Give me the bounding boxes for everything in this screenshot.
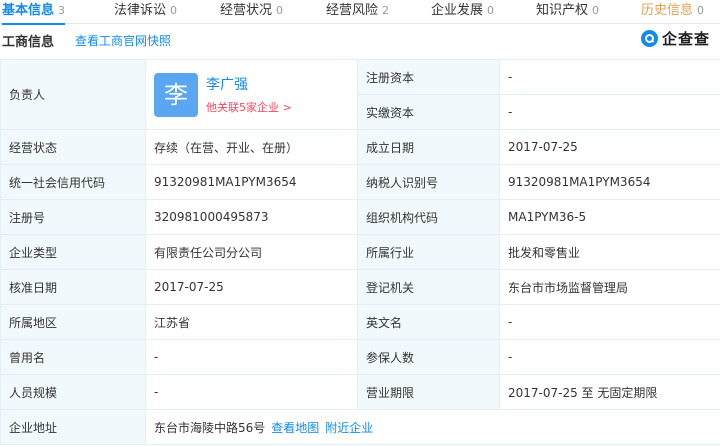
credit-code-label: 统一社会信用代码 bbox=[0, 164, 146, 200]
table-row: 企业地址 东台市海陵中路56号 查看地图 附近企业 bbox=[0, 409, 720, 445]
tab-label: 经营状况 bbox=[220, 3, 273, 18]
reg-no-value: 320981000495873 bbox=[145, 199, 358, 235]
logo-text: 企查查 bbox=[662, 29, 711, 48]
avatar: 李 bbox=[154, 72, 198, 117]
legal-rep-label: 负责人 bbox=[0, 59, 146, 130]
tab-development[interactable]: 企业发展 0 bbox=[431, 0, 494, 24]
tab-basic-info[interactable]: 基本信息 3 bbox=[2, 0, 66, 25]
tab-count: 0 bbox=[592, 4, 600, 17]
legal-rep-name-link[interactable]: 李广强 bbox=[206, 74, 292, 94]
tab-legal[interactable]: 法律诉讼 0 bbox=[114, 0, 177, 24]
table-row: 曾用名 - 参保人数 - bbox=[0, 339, 720, 375]
english-name-label: 英文名 bbox=[357, 304, 500, 340]
paid-capital-label: 实缴资本 bbox=[357, 94, 500, 130]
tab-history[interactable]: 历史信息 0 bbox=[641, 0, 704, 24]
english-name-value: - bbox=[499, 304, 720, 340]
staff-size-label: 人员规模 bbox=[0, 374, 146, 410]
table-row: 人员规模 - 营业期限 2017-07-25 至 无固定期限 bbox=[0, 374, 720, 410]
address-value: 东台市海陵中路56号 bbox=[154, 420, 266, 435]
former-name-label: 曾用名 bbox=[0, 339, 146, 375]
snapshot-link[interactable]: 查看工商官网快照 bbox=[75, 32, 171, 49]
tab-label: 知识产权 bbox=[536, 3, 589, 18]
company-type-label: 企业类型 bbox=[0, 234, 146, 270]
tab-count: 0 bbox=[487, 4, 495, 17]
nearby-companies-link[interactable]: 附近企业 bbox=[325, 421, 373, 435]
table-row: 所属地区 江苏省 英文名 - bbox=[0, 304, 720, 340]
reg-capital-label: 注册资本 bbox=[357, 59, 500, 95]
tab-count: 0 bbox=[170, 4, 178, 17]
tab-label: 经营风险 bbox=[326, 3, 379, 18]
qichacha-logo: 企查查 bbox=[641, 28, 710, 48]
legal-rep-cell: 李 李广强 他关联5家企业 > bbox=[145, 59, 358, 130]
view-map-link[interactable]: 查看地图 bbox=[271, 421, 319, 435]
region-value: 江苏省 bbox=[145, 304, 358, 340]
table-row: 统一社会信用代码 91320981MA1PYM3654 纳税人识别号 91320… bbox=[0, 164, 720, 200]
status-value: 存续（在营、开业、在册） bbox=[145, 129, 358, 165]
reg-capital-value: - bbox=[499, 59, 720, 95]
tab-count: 3 bbox=[58, 4, 66, 17]
address-label: 企业地址 bbox=[0, 409, 146, 445]
tab-operation[interactable]: 经营状况 0 bbox=[220, 0, 283, 24]
est-date-value: 2017-07-25 bbox=[499, 129, 720, 165]
former-name-value: - bbox=[145, 339, 358, 375]
industry-value: 批发和零售业 bbox=[499, 234, 720, 270]
industry-label: 所属行业 bbox=[357, 234, 500, 270]
business-term-value: 2017-07-25 至 无固定期限 bbox=[499, 374, 720, 410]
table-row: 核准日期 2017-07-25 登记机关 东台市市场监督管理局 bbox=[0, 269, 720, 305]
tab-bar: 基本信息 3 法律诉讼 0 经营状况 0 经营风险 2 企业发展 0 知识产权 0 历史信息… bbox=[0, 0, 720, 25]
tab-label: 历史信息 bbox=[641, 3, 694, 18]
org-code-label: 组织机构代码 bbox=[357, 199, 500, 235]
approval-date-label: 核准日期 bbox=[0, 269, 146, 305]
section-title: 工商信息 bbox=[2, 35, 55, 50]
tab-count: 0 bbox=[697, 4, 705, 17]
tab-count: 0 bbox=[276, 4, 284, 17]
table-row: 负责人 李 李广强 他关联5家企业 > 注册资本 - bbox=[0, 59, 720, 130]
tab-label: 基本信息 bbox=[2, 3, 55, 18]
tab-label: 企业发展 bbox=[431, 3, 484, 18]
business-term-label: 营业期限 bbox=[357, 374, 500, 410]
approval-date-value: 2017-07-25 bbox=[145, 269, 358, 305]
region-label: 所属地区 bbox=[0, 304, 146, 340]
taxpayer-id-label: 纳税人识别号 bbox=[357, 164, 500, 200]
tab-risk[interactable]: 经营风险 2 bbox=[326, 0, 389, 24]
reg-no-label: 注册号 bbox=[0, 199, 146, 235]
tab-label: 法律诉讼 bbox=[114, 3, 167, 18]
reg-authority-value: 东台市市场监督管理局 bbox=[499, 269, 720, 305]
org-code-value: MA1PYM36-5 bbox=[499, 199, 720, 235]
tab-count: 2 bbox=[382, 4, 390, 17]
tab-ip[interactable]: 知识产权 0 bbox=[536, 0, 599, 24]
table-row: 经营状态 存续（在营、开业、在册） 成立日期 2017-07-25 bbox=[0, 129, 720, 165]
insured-label: 参保人数 bbox=[357, 339, 500, 375]
table-row: 注册号 320981000495873 组织机构代码 MA1PYM36-5 bbox=[0, 199, 720, 235]
staff-size-value: - bbox=[145, 374, 358, 410]
credit-code-value: 91320981MA1PYM3654 bbox=[145, 164, 358, 200]
paid-capital-value: - bbox=[499, 94, 720, 130]
table-row: 企业类型 有限责任公司分公司 所属行业 批发和零售业 bbox=[0, 234, 720, 270]
reg-authority-label: 登记机关 bbox=[357, 269, 500, 305]
qichacha-logo-icon bbox=[641, 29, 658, 47]
address-cell: 东台市海陵中路56号 查看地图 附近企业 bbox=[145, 409, 720, 445]
company-type-value: 有限责任公司分公司 bbox=[145, 234, 358, 270]
taxpayer-id-value: 91320981MA1PYM3654 bbox=[499, 164, 720, 200]
business-info-table: 负责人 李 李广强 他关联5家企业 > 注册资本 - 实缴资本 - 经营状态 存… bbox=[0, 59, 720, 445]
est-date-label: 成立日期 bbox=[357, 129, 500, 165]
related-companies-link[interactable]: 他关联5家企业 > bbox=[206, 99, 292, 115]
status-label: 经营状态 bbox=[0, 129, 146, 165]
insured-value: - bbox=[499, 339, 720, 375]
